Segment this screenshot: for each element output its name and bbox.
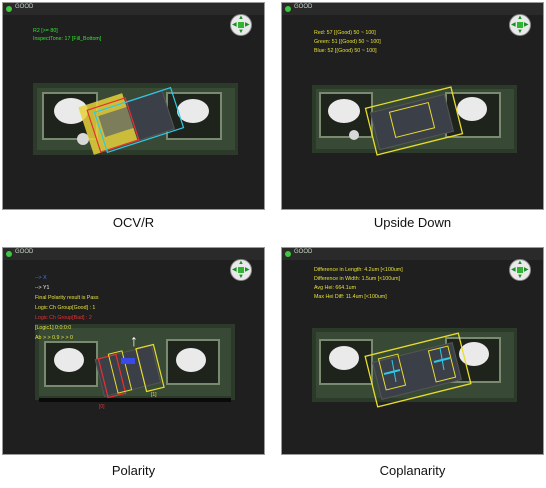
panel-ocv: GOOD ▲ ▼ ◀ ▶ R2 [>= 80] InspectTone: 17 [F… xyxy=(2,2,265,210)
overlay-line: --> X xyxy=(35,275,47,281)
caption: Polarity xyxy=(111,463,156,478)
svg-text:[1]: [1] xyxy=(151,392,157,398)
caption: Coplanarity xyxy=(379,463,446,478)
inspection-image xyxy=(312,328,517,408)
overlay-line: [Logic1] 0:0:0:0 xyxy=(35,325,72,331)
svg-text:[0]: [0] xyxy=(99,404,105,410)
panel-upside-down: GOOD ▲ ▼ ◀ ▶ Red: 57 [(Good) 50 ~ 100] Gre… xyxy=(281,2,544,210)
overlay-line: Ab > > 0.9 > > 0 xyxy=(35,335,73,341)
caption: OCV/R xyxy=(112,215,155,230)
overlay-line: Logic Ch Group[Bad] : 2 xyxy=(35,315,92,321)
overlay-line: Logic Ch Group[Good] : 1 xyxy=(35,305,96,311)
inspection-image xyxy=(312,85,517,156)
overlay-line: Final Polarity result is Pass xyxy=(35,295,99,301)
overlay-line: --> Y1 xyxy=(35,285,50,291)
inspection-image xyxy=(33,83,238,155)
panel-polarity: GOOD ▲ ▼ ◀ ▶ [0] [1] ↑ --> X --> Y1 Final … xyxy=(2,247,265,455)
up-arrow-icon: ↑ xyxy=(130,333,138,350)
caption: Upside Down xyxy=(373,215,452,230)
panel-coplanarity: GOOD ▲ ▼ ◀ ▶ Difference in Length: 4.2um [… xyxy=(281,247,544,455)
